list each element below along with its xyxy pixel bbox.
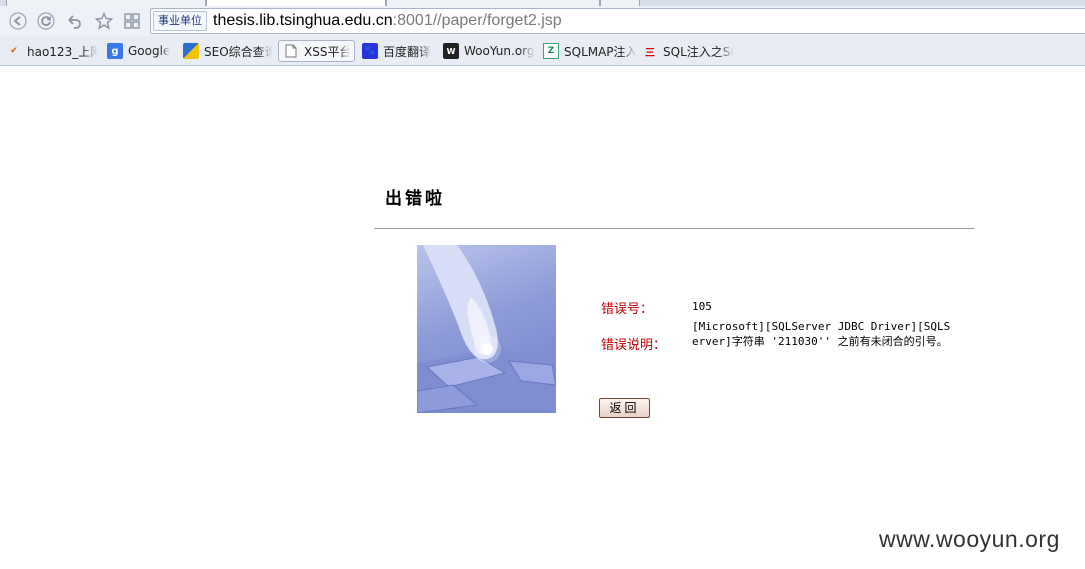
error-number-label: 错误号： xyxy=(601,302,654,317)
back-icon[interactable] xyxy=(8,11,28,31)
hao123-icon: ✔ xyxy=(10,46,18,56)
url-host: thesis.lib.tsinghua.edu.cn xyxy=(213,12,393,29)
watermark: www.wooyun.org xyxy=(879,526,1060,552)
undo-icon[interactable] xyxy=(64,11,84,31)
bookmark-label: hao123_上网 xyxy=(27,44,98,59)
url-text[interactable]: thesis.lib.tsinghua.edu.cn:8001//paper/f… xyxy=(213,9,562,33)
bookmark-sql[interactable]: 三 SQL注入之SQL xyxy=(642,40,734,62)
error-description-label: 错误说明： xyxy=(601,338,667,353)
site-chip[interactable]: 事业单位 xyxy=(153,11,207,31)
wooyun-icon: W xyxy=(443,43,459,59)
page-icon xyxy=(283,43,299,59)
seo-icon xyxy=(183,43,199,59)
bookmark-hao123[interactable]: ✔ hao123_上网 xyxy=(6,40,98,62)
google-icon: g xyxy=(107,43,123,59)
divider xyxy=(374,228,974,229)
bookmark-label: SEO综合查询 xyxy=(204,44,273,59)
sqlmap-icon: Z xyxy=(543,43,559,59)
grid-icon[interactable] xyxy=(122,11,142,31)
bookmark-label: 百度翻译 xyxy=(383,44,432,59)
error-description-value: [Microsoft][SQLServer JDBC Driver][SQLSe… xyxy=(692,320,951,348)
bookmark-xss[interactable]: XSS平台 xyxy=(278,40,355,62)
bookmark-label: WooYun.org xyxy=(464,44,535,58)
baidu-icon: 🐾 xyxy=(362,43,378,59)
bookmark-baidu[interactable]: 🐾 百度翻译 xyxy=(362,40,436,62)
bookmark-google[interactable]: g Google xyxy=(107,40,177,62)
page-title: 出错啦 xyxy=(385,189,445,209)
bookmark-sqlmap[interactable]: Z SQLMAP注入 xyxy=(543,40,637,62)
bookmark-label: XSS平台 xyxy=(304,44,350,59)
address-bar[interactable]: 事业单位 thesis.lib.tsinghua.edu.cn:8001//pa… xyxy=(150,8,1085,34)
sql-icon: 三 xyxy=(645,47,655,59)
bookmark-seo[interactable]: SEO综合查询 xyxy=(183,40,273,62)
bookmark-label: SQL注入之SQL xyxy=(663,44,734,59)
url-path: :8001//paper/forget2.jsp xyxy=(392,12,562,29)
browser-toolbar: 事业单位 thesis.lib.tsinghua.edu.cn:8001//pa… xyxy=(0,6,1085,36)
reload-icon[interactable] xyxy=(36,11,56,31)
star-icon[interactable] xyxy=(94,11,114,31)
back-button[interactable]: 返回 xyxy=(599,398,650,418)
finger-keyboard-image xyxy=(417,245,556,413)
bookmark-wooyun[interactable]: W WooYun.org xyxy=(443,40,535,62)
error-number-value: 105 xyxy=(692,300,712,313)
bookmark-label: Google xyxy=(128,44,171,58)
bookmark-label: SQLMAP注入 xyxy=(564,44,637,59)
bookmarks-bar: ✔ hao123_上网 g Google SEO综合查询 XSS平台 🐾 百度翻… xyxy=(0,36,1085,66)
